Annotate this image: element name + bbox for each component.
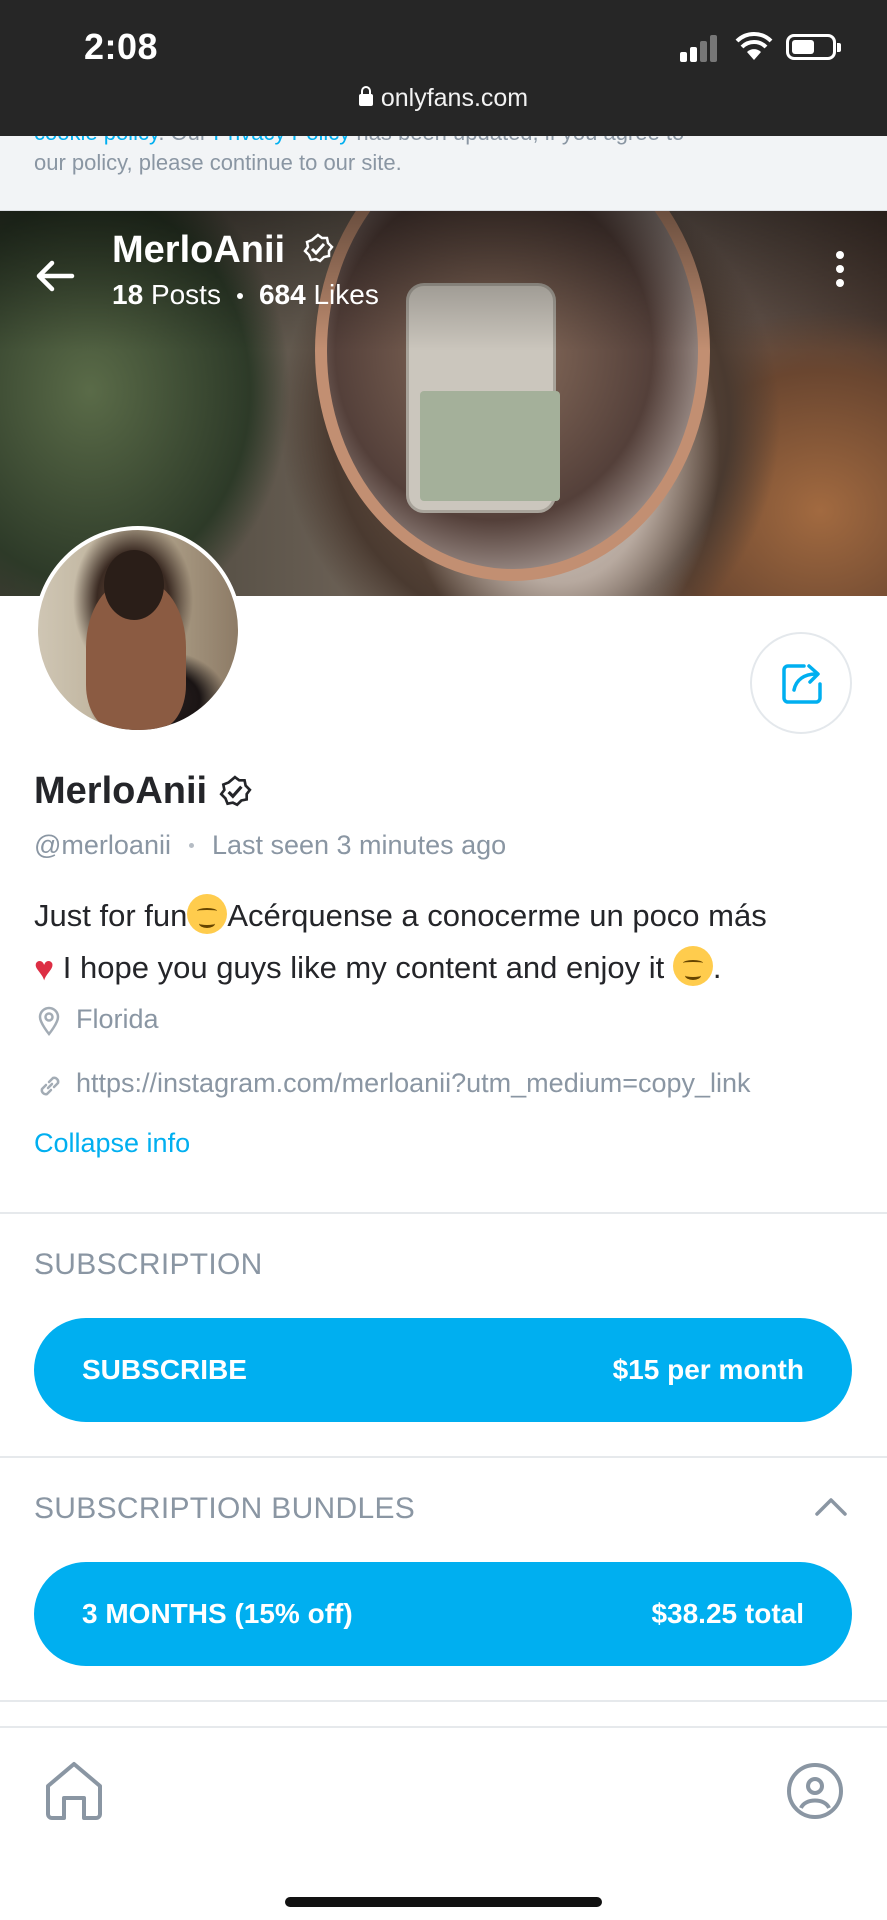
home-indicator [285,1897,602,1907]
divider [0,1212,887,1214]
bio-text-1: Just for fun [34,898,188,933]
address-bar[interactable]: onlyfans.com [0,84,887,113]
subscribe-label: SUBSCRIBE [82,1354,247,1385]
smiling-emoji-icon [187,894,228,934]
share-icon [782,664,822,704]
cookie-banner: cookie policy. Our Privacy Policy has be… [0,136,887,211]
cookie-policy-link[interactable]: cookie policy [34,136,158,145]
avatar[interactable] [34,526,242,734]
subscription-label: SUBSCRIPTION [34,1248,263,1281]
link-icon [40,1076,60,1096]
posts-count: 18 [112,279,144,310]
cookie-cut-line: cookie policy. Our Privacy Policy has be… [34,136,684,146]
likes-label: Likes [313,279,379,310]
cookie-cut-text: . Our [158,136,213,145]
chevron-up-icon[interactable] [814,1496,848,1518]
posts-label: Posts [150,279,221,310]
bundles-label: SUBSCRIPTION BUNDLES [34,1492,416,1525]
header-stats: 18 Posts 684 Likes [112,279,379,311]
back-arrow-icon[interactable] [30,251,80,301]
share-button[interactable] [750,632,852,734]
home-icon[interactable] [40,1760,108,1822]
bundle-label: 3 MONTHS (15% off) [82,1598,353,1629]
cookie-cut-rest: has been updated, if you agree to [350,136,684,145]
bio-text-3: I hope you guys like my content and enjo… [54,950,673,985]
status-bar: 2:08 onlyfans.com [0,0,887,136]
lock-icon [358,86,373,106]
profile-name: MerloAnii [34,770,208,812]
bottom-nav [0,1726,887,1920]
last-seen: Last seen 3 minutes ago [211,830,507,860]
heart-emoji-icon: ♥ [34,950,55,988]
bio-text-2: Acérquense a conocerme un poco más [227,898,767,933]
handle-line: @merloanii Last seen 3 minutes ago [34,830,506,861]
profile-handle: @merloanii [34,830,171,860]
kissing-emoji-icon [672,946,713,986]
cell-signal-icon [680,34,720,62]
privacy-policy-link[interactable]: Privacy Policy [213,136,350,145]
location-text: Florida [76,1004,159,1034]
cookie-text: our policy, please continue to our site. [34,150,402,175]
bundle-price: $38.25 total [651,1598,804,1629]
more-vertical-icon[interactable] [832,251,848,301]
divider [0,1456,887,1458]
divider [0,1700,887,1702]
subscribe-price: $15 per month [612,1354,804,1385]
verified-icon [303,233,334,263]
location-pin-icon [38,1006,60,1036]
cover-bill [420,391,560,501]
wifi-icon [735,31,773,60]
status-time: 2:08 [84,26,159,67]
profile-icon[interactable] [786,1762,844,1820]
bundle-button[interactable]: 3 MONTHS (15% off) $38.25 total [34,1562,852,1666]
bio-text-end: . [712,950,722,985]
subscribe-button[interactable]: SUBSCRIBE $15 per month [34,1318,852,1422]
url-text: onlyfans.com [380,84,529,112]
header-name-text: MerloAnii [112,229,286,271]
header-name: MerloAnii [112,229,334,272]
profile-bio: Just for fun Acérquense a conocerme un po… [34,890,874,995]
verified-icon [219,775,252,807]
likes-count: 684 [258,279,306,310]
collapse-info-link[interactable]: Collapse info [34,1128,190,1159]
battery-icon [786,34,841,60]
website-link[interactable]: https://instagram.com/merloanii?utm_medi… [76,1068,751,1099]
